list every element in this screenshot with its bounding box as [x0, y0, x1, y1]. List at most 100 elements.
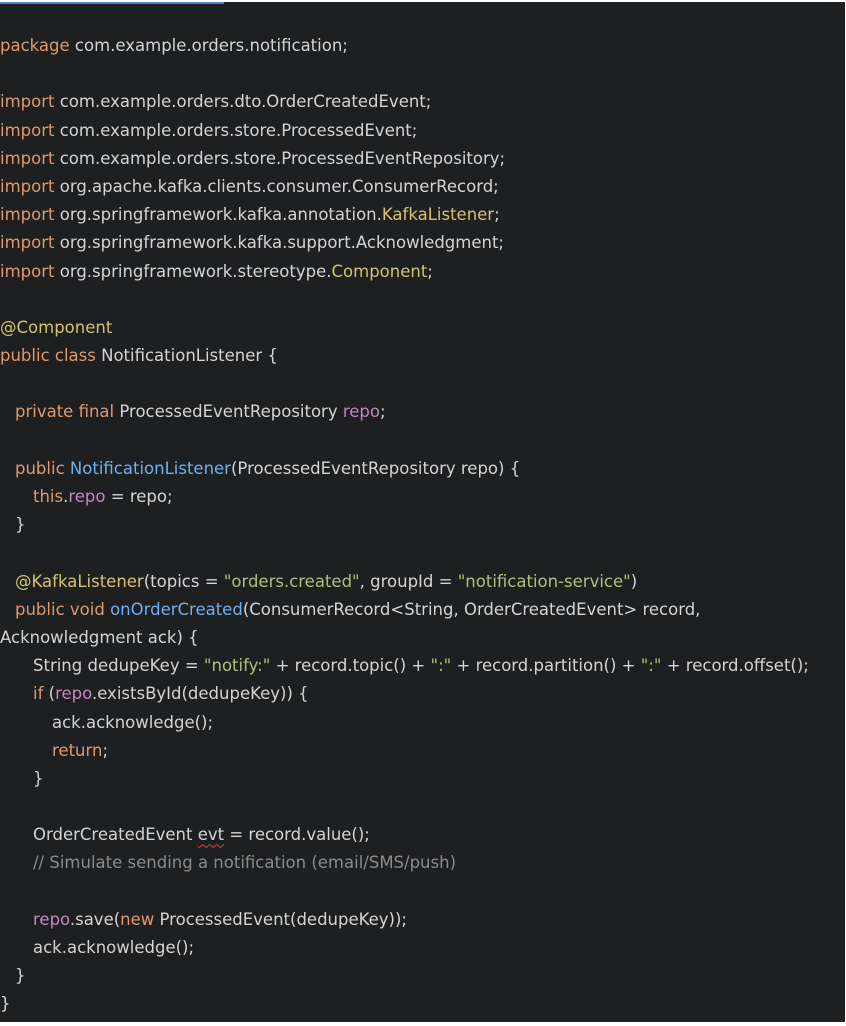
code-line: public void onOrderCreated(ConsumerRecor…: [0, 596, 845, 624]
code-line: }: [0, 962, 845, 990]
code-token: }: [0, 994, 11, 1014]
keyword-token: public class: [0, 346, 96, 366]
code-token: ack.acknowledge();: [52, 712, 214, 732]
active-tab-indicator: [0, 2, 224, 4]
code-token: ): [630, 571, 638, 591]
keyword-token: return: [52, 740, 103, 760]
code-line: @Component: [0, 314, 845, 342]
code-token: .save(: [69, 909, 121, 929]
code-token: org.apache.kafka.clients.consumer.Consum…: [54, 176, 499, 196]
code-line: }: [0, 511, 845, 539]
code-token: + record.offset();: [661, 656, 809, 676]
code-token: }: [15, 515, 26, 535]
code-line: private final ProcessedEventRepository r…: [0, 398, 845, 426]
field-token: repo: [68, 487, 106, 506]
code-token: (topics =: [143, 571, 224, 591]
annotation-token: @KafkaListener: [15, 571, 144, 591]
code-token: Acknowledgment ack) {: [0, 627, 199, 647]
code-token: com.example.orders.dto.OrderCreatedEvent…: [54, 92, 432, 112]
code-line: import com.example.orders.store.Processe…: [0, 145, 845, 173]
code-token: ;: [380, 402, 386, 422]
keyword-token: import: [0, 176, 55, 196]
code-token: ProcessedEvent(dedupeKey));: [154, 909, 407, 929]
code-token: .existsById(dedupeKey)) {: [91, 684, 309, 704]
error-token: evt: [197, 825, 225, 845]
keyword-token: private final: [15, 402, 115, 422]
code-token: org.springframework.kafka.support.Acknow…: [54, 233, 504, 253]
code-token: org.springframework.kafka.annotation.: [54, 205, 382, 225]
keyword-token: package: [0, 36, 70, 55]
code-token: = repo;: [105, 487, 173, 506]
code-line: this.repo = repo;: [0, 483, 845, 511]
function-token: onOrderCreated: [110, 599, 243, 619]
code-token: ProcessedEventRepository: [114, 402, 343, 422]
code-token: (ProcessedEventRepository repo) {: [230, 458, 521, 478]
code-line: }: [0, 990, 845, 1018]
code-line: ack.acknowledge();: [0, 934, 845, 962]
code-line: package com.example.orders.notification;: [0, 32, 845, 60]
code-line: import com.example.orders.store.Processe…: [0, 117, 845, 145]
code-token: ;: [494, 205, 500, 225]
code-token: + record.topic() +: [270, 656, 431, 676]
keyword-token: public: [15, 458, 65, 478]
code-token: com.example.orders.notification;: [69, 36, 348, 55]
code-line: import org.springframework.stereotype.Co…: [0, 258, 845, 286]
annotation-token: @Component: [0, 317, 113, 337]
annotation-token: Component: [331, 261, 428, 281]
code-editor[interactable]: package com.example.orders.notification;…: [0, 2, 845, 1022]
code-token: ack.acknowledge();: [33, 938, 195, 957]
keyword-token: new: [120, 909, 155, 929]
code-line: OrderCreatedEvent evt = record.value();: [0, 821, 845, 849]
code-token: }: [15, 966, 26, 986]
keyword-token: public void: [15, 599, 105, 619]
code-token: String dedupeKey =: [33, 656, 204, 676]
keyword-token: import: [0, 120, 55, 140]
code-line: Acknowledgment ack) {: [0, 624, 845, 652]
code-line: import org.springframework.kafka.support…: [0, 229, 845, 257]
field-token: repo: [342, 402, 381, 422]
comment-token: // Simulate sending a notification (emai…: [33, 853, 457, 873]
code-line: import com.example.orders.dto.OrderCreat…: [0, 88, 845, 116]
code-line: if (repo.existsById(dedupeKey)) {: [0, 680, 845, 708]
code-token: OrderCreatedEvent: [33, 825, 198, 845]
code-token: ;: [427, 261, 433, 281]
function-token: NotificationListener: [69, 458, 231, 478]
code-line: ack.acknowledge();: [0, 709, 845, 737]
keyword-token: if: [33, 684, 44, 704]
code-line: repo.save(new ProcessedEvent(dedupeKey))…: [0, 906, 845, 934]
code-line: return;: [0, 737, 845, 765]
code-line: import org.springframework.kafka.annotat…: [0, 201, 845, 229]
code-line: @KafkaListener(topics = "orders.created"…: [0, 568, 845, 596]
keyword-token: import: [0, 92, 55, 112]
code-area[interactable]: package com.example.orders.notification;…: [0, 32, 845, 1019]
string-token: "notification-service": [457, 571, 631, 591]
string-token: ":": [430, 656, 452, 676]
code-line: import org.apache.kafka.clients.consumer…: [0, 173, 845, 201]
keyword-token: this: [33, 487, 64, 506]
keyword-token: import: [0, 261, 55, 281]
keyword-token: import: [0, 148, 55, 168]
string-token: ":": [640, 656, 662, 676]
code-token: ;: [102, 740, 109, 760]
code-token: org.springframework.stereotype.: [54, 261, 332, 281]
code-line: // Simulate sending a notification (emai…: [0, 849, 845, 877]
annotation-token: KafkaListener: [381, 205, 495, 225]
string-token: "notify:": [203, 656, 271, 676]
keyword-token: import: [0, 233, 55, 253]
code-token: }: [33, 768, 44, 788]
code-token: NotificationListener {: [95, 346, 278, 366]
code-token: com.example.orders.store.ProcessedEvent;: [54, 120, 418, 140]
field-token: repo: [33, 909, 70, 929]
code-token: (: [43, 684, 56, 704]
code-token: , groupId =: [359, 571, 458, 591]
code-token: + record.partition() +: [451, 656, 641, 676]
code-token: = record.value();: [224, 825, 370, 845]
code-line: public class NotificationListener {: [0, 342, 845, 370]
keyword-token: import: [0, 205, 55, 225]
